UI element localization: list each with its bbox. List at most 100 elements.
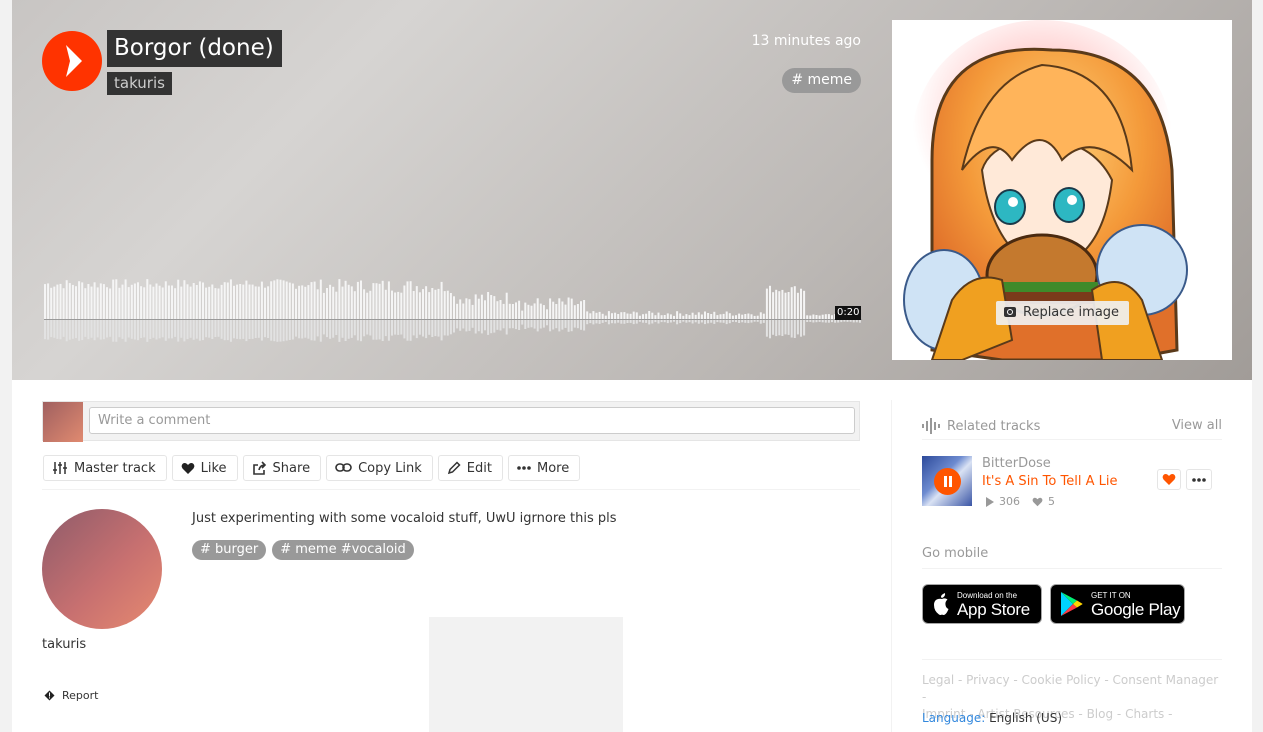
- replace-image-button[interactable]: Replace image: [996, 301, 1130, 325]
- waveform-bar: [570, 298, 573, 319]
- related-track-artist[interactable]: BitterDose: [982, 456, 1051, 471]
- related-like-button[interactable]: [1157, 469, 1181, 490]
- waveform-bar: [202, 282, 204, 319]
- artist-avatar[interactable]: [42, 509, 162, 629]
- master-track-button[interactable]: Master track: [43, 455, 167, 481]
- waveform-reflection-bar: [725, 320, 728, 325]
- waveform-bar: [378, 283, 381, 319]
- waveform-reflection-bar: [546, 320, 548, 326]
- language-selector[interactable]: Language: English (US): [922, 711, 1062, 725]
- link-icon: [335, 463, 352, 472]
- waveform-reflection-bar: [264, 320, 266, 338]
- waveform-reflection-bar: [270, 320, 273, 341]
- ellipsis-icon: [517, 466, 531, 470]
- waveform-bar: [140, 286, 143, 319]
- waveform-reflection-bar: [295, 320, 297, 337]
- waveform-reflection-bar: [852, 320, 855, 323]
- waveform-reflection-bar: [387, 320, 390, 341]
- waveform-bar: [471, 304, 474, 319]
- waveform-reflection-bar: [728, 320, 731, 324]
- footer-links-line-1[interactable]: Legal - Privacy - Cookie Policy - Consen…: [922, 672, 1222, 706]
- waveform-bar: [341, 286, 344, 319]
- play-button[interactable]: [42, 31, 102, 91]
- waveform-reflection-bar: [449, 320, 452, 335]
- waveform-bar: [350, 286, 353, 319]
- waveform-reflection-bar: [453, 320, 455, 333]
- waveform-reflection-bar: [211, 320, 214, 339]
- waveform-reflection-bar: [710, 320, 713, 323]
- waveform-reflection-bar: [505, 320, 508, 335]
- waveform-bar: [821, 314, 824, 319]
- genre-tag[interactable]: # meme: [782, 68, 861, 93]
- waveform-reflection-bar: [446, 320, 449, 336]
- waveform-bar: [735, 315, 737, 319]
- waveform-bar: [496, 301, 499, 319]
- waveform-reflection-bar: [793, 320, 796, 338]
- related-more-button[interactable]: [1186, 469, 1212, 490]
- waveform-bar: [676, 311, 679, 319]
- artist-name[interactable]: takuris: [42, 637, 86, 652]
- waveform-bar: [137, 282, 139, 319]
- related-track-pause-button[interactable]: [934, 468, 961, 495]
- waveform-reflection-bar: [827, 320, 830, 323]
- waveform-bar: [155, 283, 158, 319]
- tag-meme-vocaloid[interactable]: # meme #vocaloid: [272, 540, 414, 560]
- user-avatar: [43, 402, 83, 442]
- waveform-reflection-bar: [164, 320, 167, 341]
- waveform-reflection-bar: [834, 320, 837, 323]
- like-button[interactable]: Like: [171, 455, 238, 481]
- waveform-bar: [322, 292, 325, 319]
- waveform-bar: [406, 281, 409, 319]
- waveform-bar: [688, 315, 691, 319]
- tag-burger[interactable]: # burger: [192, 540, 267, 560]
- waveform-bar: [468, 299, 471, 319]
- waveform-reflection-bar: [484, 320, 486, 331]
- waveform-bar: [682, 315, 685, 319]
- waveform-reflection-bar: [350, 320, 353, 338]
- waveform-bar: [161, 287, 164, 319]
- waveform-bar: [233, 285, 235, 319]
- edit-button[interactable]: Edit: [437, 455, 503, 481]
- waveform-reflection-bar: [679, 320, 682, 324]
- related-track-title[interactable]: It's A Sin To Tell A Lie: [982, 474, 1117, 489]
- waveform-bar: [68, 283, 71, 319]
- waveform-reflection-bar: [391, 320, 393, 336]
- comment-input[interactable]: [89, 407, 855, 434]
- waveform-reflection-bar: [251, 320, 254, 339]
- google-play-badge[interactable]: GET IT ON Google Play: [1050, 584, 1185, 624]
- waveform-bar: [285, 281, 288, 319]
- waveform[interactable]: [44, 265, 862, 345]
- share-button[interactable]: Share: [242, 455, 322, 481]
- waveform-bar: [728, 313, 731, 319]
- waveform-bar: [251, 284, 254, 319]
- waveform-reflection-bar: [511, 320, 514, 329]
- share-icon: [252, 461, 266, 475]
- waveform-bar: [384, 289, 387, 319]
- view-all-link[interactable]: View all: [1172, 418, 1222, 433]
- waveform-reflection-bar: [118, 320, 121, 338]
- waveform-bar: [827, 314, 830, 319]
- waveform-bar: [310, 282, 313, 319]
- waveform-reflection-bar: [750, 320, 753, 323]
- waveform-bar: [87, 284, 90, 319]
- waveform-bar: [549, 298, 552, 319]
- waveform-reflection-bar: [580, 320, 582, 330]
- waveform-reflection-bar: [831, 320, 833, 323]
- copy-link-button[interactable]: Copy Link: [326, 455, 433, 481]
- report-button[interactable]: Report: [44, 689, 98, 702]
- waveform-reflection-bar: [651, 320, 654, 324]
- waveform-reflection-bar: [282, 320, 285, 342]
- app-store-badge[interactable]: Download on the App Store: [922, 584, 1042, 624]
- waveform-reflection-bar: [288, 320, 291, 340]
- waveform-reflection-bar: [719, 320, 722, 323]
- waveform-reflection-bar: [660, 320, 663, 323]
- artist-link[interactable]: takuris: [107, 72, 172, 95]
- waveform-bar: [747, 313, 750, 319]
- more-button[interactable]: More: [507, 455, 581, 481]
- waveform-bar: [679, 313, 682, 319]
- waveform-reflection-bar: [471, 320, 474, 328]
- language-label[interactable]: Language:: [922, 711, 985, 725]
- track-actions: Master track Like Share Copy Link Edit M…: [43, 455, 581, 482]
- waveform-reflection-bar: [731, 320, 734, 322]
- waveform-reflection-bar: [843, 320, 846, 322]
